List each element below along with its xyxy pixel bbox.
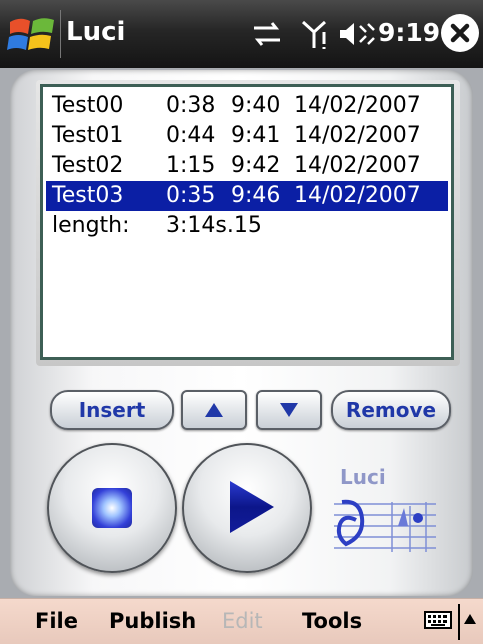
item-name: Test03 [52,183,124,208]
item-date: 14/02/2007 [294,123,421,148]
item-time: 9:41 [231,123,281,148]
item-time: 9:42 [231,153,281,178]
item-duration: 0:44 [166,123,216,148]
app-title: Luci [66,17,126,47]
menu-tools[interactable]: Tools [302,609,362,633]
sync-icon[interactable] [248,20,286,48]
stop-button[interactable] [47,443,177,573]
clock[interactable]: 9:19 [378,18,440,47]
down-arrow-icon [280,403,298,417]
play-button[interactable] [182,443,312,573]
item-date: 14/02/2007 [294,183,421,208]
move-up-button[interactable] [181,390,247,430]
move-down-button[interactable] [256,390,322,430]
music-staff-logo [334,499,436,552]
insert-button[interactable]: Insert [50,390,174,430]
item-name: Test02 [52,153,124,178]
total-length-row: length: 3:14s.15 [46,211,448,241]
menu-edit[interactable]: Edit [222,609,263,633]
close-button[interactable] [441,14,479,52]
list-item-selected[interactable]: Test03 0:35 9:46 14/02/2007 [46,181,448,211]
total-label: length: [52,213,130,238]
signal-icon[interactable] [300,18,332,50]
keyboard-icon[interactable] [424,611,452,629]
remove-button[interactable]: Remove [331,390,451,430]
list-item[interactable]: Test02 1:15 9:42 14/02/2007 [46,151,448,181]
item-time: 9:40 [231,93,281,118]
playlist[interactable]: Test00 0:38 9:40 14/02/2007 Test01 0:44 … [40,84,454,360]
stop-icon [92,488,132,528]
item-duration: 0:35 [166,183,216,208]
title-bar: Luci 9:19 [0,0,483,68]
item-date: 14/02/2007 [294,153,421,178]
play-icon [230,481,274,533]
item-duration: 1:15 [166,153,216,178]
title-separator [60,10,61,58]
menu-bar: File Publish Edit Tools [0,598,483,644]
total-value: 3:14s.15 [166,213,262,238]
list-item[interactable]: Test00 0:38 9:40 14/02/2007 [46,91,448,121]
close-icon [450,23,470,43]
playlist-frame: Test00 0:38 9:40 14/02/2007 Test01 0:44 … [36,80,460,366]
item-name: Test00 [52,93,124,118]
volume-icon[interactable] [338,18,376,50]
up-arrow-icon [205,403,223,417]
logo-text: Luci [340,465,386,489]
windows-start-icon[interactable] [6,12,58,58]
item-duration: 0:38 [166,93,216,118]
item-time: 9:46 [231,183,281,208]
menu-separator [458,604,460,640]
list-item[interactable]: Test01 0:44 9:41 14/02/2007 [46,121,448,151]
arrow-up-icon[interactable] [463,613,477,625]
menu-file[interactable]: File [35,609,78,633]
menu-publish[interactable]: Publish [109,609,196,633]
item-name: Test01 [52,123,124,148]
item-date: 14/02/2007 [294,93,421,118]
